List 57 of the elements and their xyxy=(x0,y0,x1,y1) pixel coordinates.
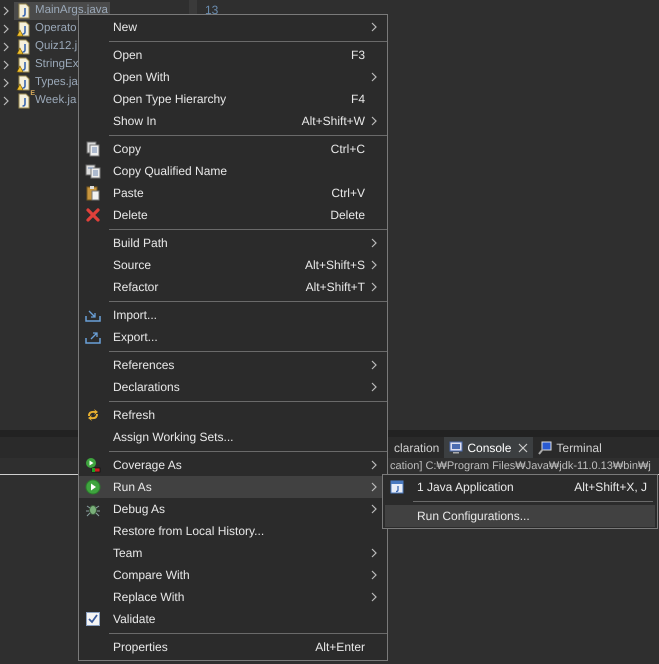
menu-item[interactable]: Replace With xyxy=(79,586,387,608)
shortcut-text: Ctrl+V xyxy=(331,185,365,202)
menu-item[interactable]: Show In Alt+Shift+W xyxy=(79,110,387,132)
menu-item[interactable]: 1 Java Application Alt+Shift+X, J xyxy=(385,476,655,498)
console-header-text: cation] C:₩Program Files₩Java₩jdk-11.0.13₩bin₩j xyxy=(390,458,651,474)
menu-item[interactable]: Copy Qualified Name xyxy=(79,160,387,182)
menu-item[interactable]: Open Type Hierarchy F4 xyxy=(79,88,387,110)
shortcut-text: Alt+Shift+W xyxy=(302,113,365,130)
refresh-icon xyxy=(85,407,101,423)
shortcut-text: F3 xyxy=(350,47,365,64)
copy-icon xyxy=(85,141,101,157)
shortcut-text: Alt+Shift+X, J xyxy=(574,479,647,496)
menu-item[interactable]: Open With xyxy=(79,66,387,88)
panel-tab[interactable]: claration xyxy=(389,437,444,458)
menu-item[interactable]: Open F3 xyxy=(79,44,387,66)
shortcut-text: Alt+Shift+S xyxy=(304,257,365,274)
shortcut-text: Ctrl+C xyxy=(330,141,365,158)
paste-icon xyxy=(85,185,101,201)
menu-item[interactable]: Delete Delete xyxy=(79,204,387,226)
menu-item[interactable]: Export... xyxy=(79,326,387,348)
menu-item[interactable]: Properties Alt+Enter xyxy=(79,636,387,658)
menu-item[interactable]: Coverage As xyxy=(79,454,387,476)
menu-item[interactable]: Debug As xyxy=(79,498,387,520)
menu-item[interactable]: Validate xyxy=(79,608,387,630)
tree-item[interactable]: Operato xyxy=(14,20,79,38)
tree-item[interactable]: StringEx xyxy=(14,56,80,74)
java-app-icon xyxy=(390,480,404,494)
menu-item[interactable]: Assign Working Sets... xyxy=(79,426,387,448)
menu-item[interactable]: Restore from Local History... xyxy=(79,520,387,542)
delete-icon xyxy=(85,207,101,223)
close-icon[interactable] xyxy=(518,442,528,452)
checkbox-icon xyxy=(85,611,101,627)
monitor-icon xyxy=(449,441,464,454)
menu-item[interactable]: Declarations xyxy=(79,376,387,398)
menu-item[interactable]: Source Alt+Shift+S xyxy=(79,254,387,276)
menu-item[interactable]: References xyxy=(79,354,387,376)
panel-tab[interactable]: Terminal xyxy=(533,437,607,458)
coverage-icon xyxy=(85,457,101,473)
shortcut-text: Alt+Enter xyxy=(315,639,365,656)
tree-item[interactable]: Quiz12.j xyxy=(14,38,80,56)
shortcut-text: F4 xyxy=(350,91,365,108)
menu-item[interactable]: Refresh xyxy=(79,404,387,426)
shortcut-text: Alt+Shift+T xyxy=(306,279,365,296)
menu-item[interactable]: Paste Ctrl+V xyxy=(79,182,387,204)
menu-item[interactable]: Build Path xyxy=(79,232,387,254)
run-icon xyxy=(85,479,101,495)
terminal-icon xyxy=(538,440,552,454)
copy-name-icon xyxy=(85,163,101,179)
menu-item[interactable]: Run Configurations... xyxy=(385,505,655,527)
menu-item[interactable]: Compare With xyxy=(79,564,387,586)
menu-item[interactable]: Import... xyxy=(79,304,387,326)
panel-tab[interactable]: Console xyxy=(444,437,534,458)
menu-item[interactable]: Team xyxy=(79,542,387,564)
menu-item[interactable]: Copy Ctrl+C xyxy=(79,138,387,160)
menu-item[interactable]: Refactor Alt+Shift+T xyxy=(79,276,387,298)
line-number: 13 xyxy=(205,3,218,17)
shortcut-text: Delete xyxy=(330,207,365,224)
